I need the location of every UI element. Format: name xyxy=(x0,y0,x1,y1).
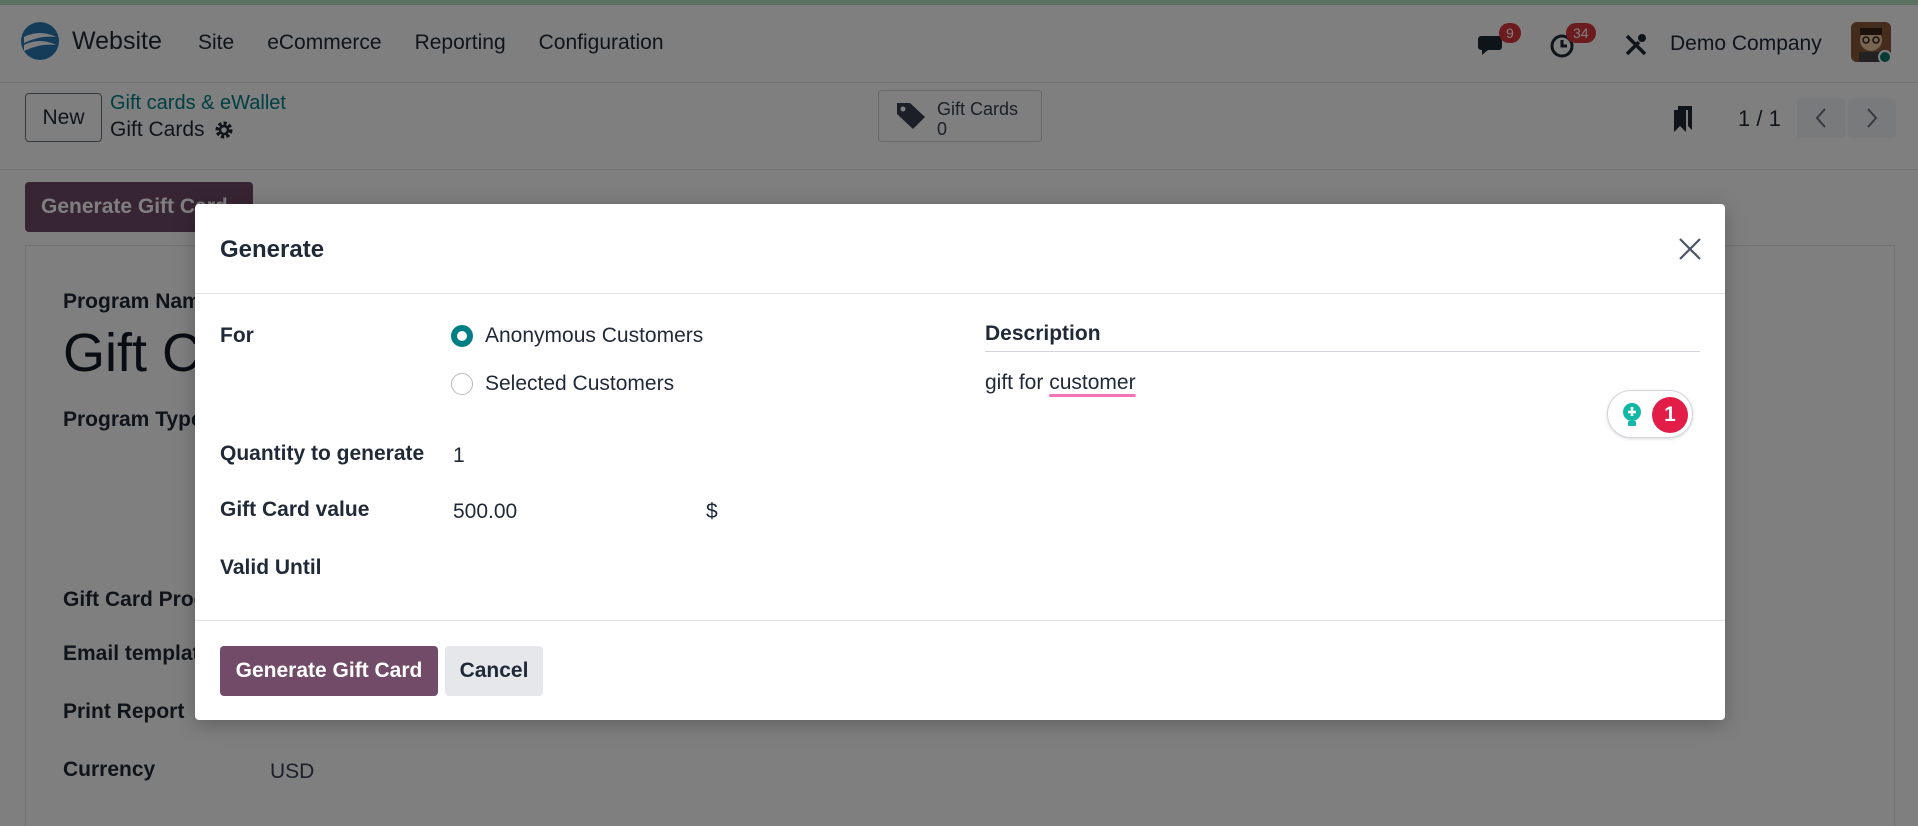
quantity-input[interactable]: 1 xyxy=(453,444,465,468)
valid-until-label: Valid Until xyxy=(220,556,322,579)
for-label: For xyxy=(220,324,254,347)
generate-dialog: Generate For Anonymous Customers Selecte… xyxy=(195,204,1725,720)
description-input[interactable]: gift for customer xyxy=(985,371,1136,395)
misspelled-word[interactable]: customer xyxy=(1049,371,1135,394)
cancel-button[interactable]: Cancel xyxy=(445,646,543,696)
description-text: gift for xyxy=(985,371,1050,394)
radio-label-selected[interactable]: Selected Customers xyxy=(485,372,674,396)
radio-selected-customers[interactable] xyxy=(451,373,473,395)
description-label: Description xyxy=(985,322,1101,345)
dialog-header: Generate xyxy=(195,204,1725,294)
dialog-title: Generate xyxy=(220,236,325,263)
valid-until-input[interactable] xyxy=(453,556,853,584)
generate-gift-card-button[interactable]: Generate Gift Card xyxy=(220,646,438,696)
lightbulb-icon xyxy=(1623,403,1641,426)
radio-anonymous-customers[interactable] xyxy=(451,325,473,347)
close-icon[interactable] xyxy=(1675,234,1705,264)
radio-label-anonymous[interactable]: Anonymous Customers xyxy=(485,324,703,348)
grammar-checker-widget[interactable]: 1 xyxy=(1607,390,1693,438)
gift-card-value-label: Gift Card value xyxy=(220,498,370,521)
quantity-label: Quantity to generate xyxy=(220,442,425,465)
gift-card-value-input[interactable]: 500.00 xyxy=(453,500,517,524)
description-divider xyxy=(985,351,1700,352)
grammar-issue-count: 1 xyxy=(1652,397,1688,433)
currency-symbol: $ xyxy=(706,500,718,523)
